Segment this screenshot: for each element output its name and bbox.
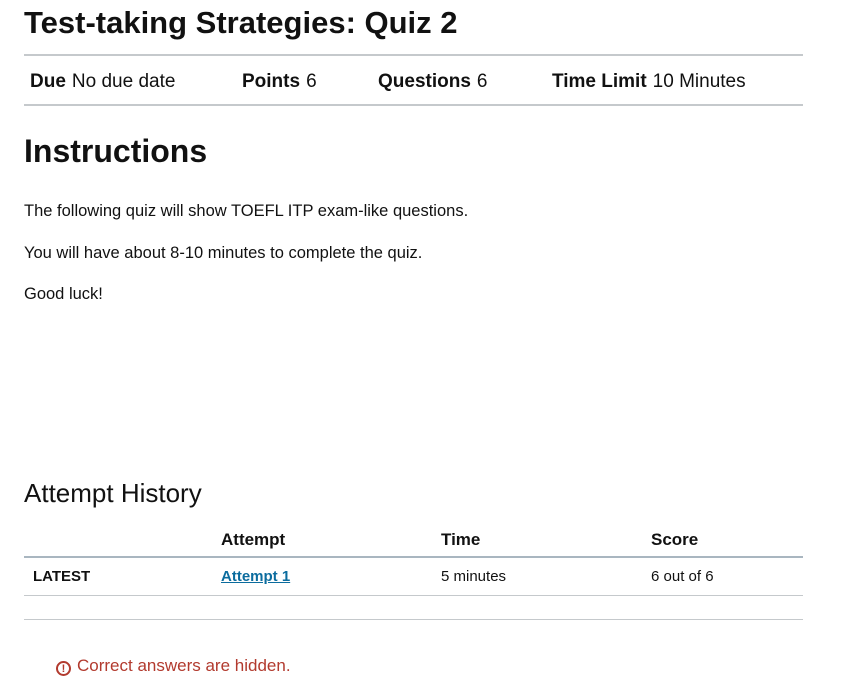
detail-time-limit-value: 10 Minutes: [652, 71, 746, 92]
attempt-history-heading: Attempt History: [24, 478, 202, 508]
attempt-cell: Attempt 1: [221, 557, 441, 596]
instructions-paragraph: You will have about 8-10 minutes to comp…: [24, 244, 423, 262]
instructions-heading: Instructions: [24, 133, 208, 169]
attempt-history-table: Attempt Time Score LATEST Attempt 1 5 mi…: [24, 524, 803, 596]
table-header-row: Attempt Time Score: [24, 524, 803, 558]
divider: [24, 619, 803, 620]
warning-icon: !: [56, 661, 71, 676]
instructions-paragraph: The following quiz will show TOEFL ITP e…: [24, 202, 469, 220]
detail-due-label: Due: [30, 71, 66, 92]
detail-points-label: Points: [242, 71, 301, 92]
detail-points: Points 6: [242, 70, 317, 94]
answers-hidden-text: Correct answers are hidden.: [77, 656, 291, 675]
detail-due-value: No due date: [71, 71, 176, 92]
column-header-blank: [24, 524, 221, 558]
detail-questions: Questions 6: [378, 70, 487, 94]
column-header-time: Time: [441, 524, 651, 558]
answers-hidden-notice: ! Correct answers are hidden.: [56, 655, 291, 677]
detail-questions-value: 6: [476, 71, 488, 92]
table-row: LATEST Attempt 1 5 minutes 6 out of 6: [24, 557, 803, 596]
detail-due: Due No due date: [30, 70, 175, 94]
detail-time-limit-label: Time Limit: [552, 71, 647, 92]
score-cell: 6 out of 6: [651, 557, 803, 596]
time-cell: 5 minutes: [441, 557, 651, 596]
latest-label: LATEST: [24, 557, 221, 596]
attempt-1-link[interactable]: Attempt 1: [221, 568, 290, 585]
column-header-attempt: Attempt: [221, 524, 441, 558]
quiz-title: Test-taking Strategies: Quiz 2: [24, 5, 458, 40]
quiz-details-bar: Due No due date Points 6 Questions 6 Time L…: [24, 54, 803, 106]
instructions-paragraph: Good luck!: [24, 285, 103, 303]
detail-points-value: 6: [306, 71, 317, 92]
detail-time-limit: Time Limit 10 Minutes: [552, 70, 746, 94]
column-header-score: Score: [651, 524, 803, 558]
detail-questions-label: Questions: [378, 71, 471, 92]
